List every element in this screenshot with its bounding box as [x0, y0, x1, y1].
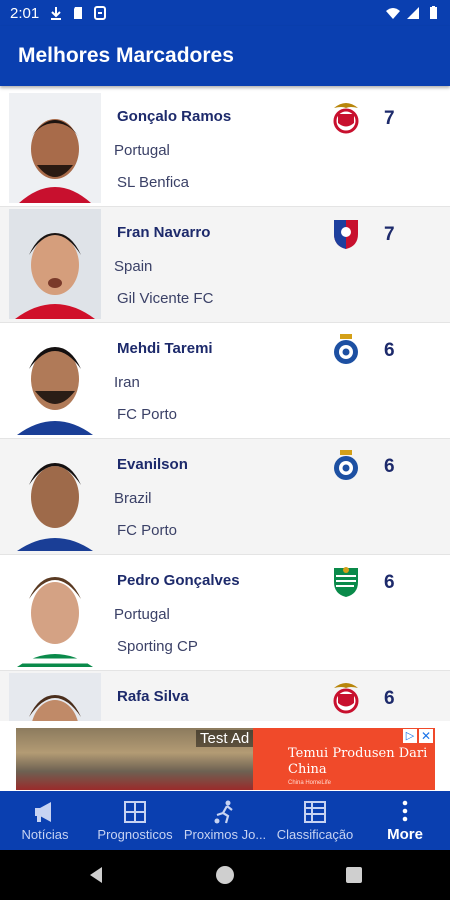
- nav-label: Classificação: [276, 826, 354, 842]
- player-photo: [9, 441, 101, 551]
- goals-count: 6: [384, 572, 395, 593]
- list-item[interactable]: Pedro Gonçalves Portugal Sporting CP 6: [0, 555, 450, 671]
- player-nationality: Brazil: [114, 490, 152, 507]
- recents-icon[interactable]: [346, 867, 362, 883]
- nav-more[interactable]: More: [360, 791, 450, 850]
- player-club: Gil Vicente FC: [117, 290, 214, 307]
- player-photo: [9, 325, 101, 435]
- player-name: Rafa Silva: [117, 688, 189, 705]
- nav-noticias[interactable]: Notícias: [0, 791, 90, 850]
- goals-count: 6: [384, 340, 395, 361]
- player-name: Gonçalo Ramos: [117, 108, 232, 125]
- list-item[interactable]: Evanilson Brazil FC Porto 6: [0, 439, 450, 555]
- player-nationality: Spain: [114, 258, 153, 275]
- player-kick-icon: [214, 800, 233, 823]
- player-name: Evanilson: [117, 456, 188, 473]
- goals-count: 6: [384, 456, 395, 477]
- player-photo: [9, 93, 101, 203]
- system-navigation-bar: [0, 850, 450, 900]
- nav-label: More: [387, 825, 423, 843]
- ad-label: Test Ad: [196, 730, 254, 747]
- benfica-crest-icon: [333, 103, 359, 134]
- player-name: Pedro Gonçalves: [117, 572, 240, 589]
- list-item[interactable]: Gonçalo Ramos Portugal SL Benfica 7: [0, 91, 450, 207]
- player-name: Fran Navarro: [117, 224, 211, 241]
- player-club: FC Porto: [117, 522, 178, 539]
- benfica-crest-icon: [333, 683, 359, 714]
- app-bar: Melhores Marcadores: [0, 26, 450, 86]
- player-photo: [9, 209, 101, 319]
- table-icon: [304, 800, 326, 823]
- ad-info-icon[interactable]: ▷: [403, 729, 417, 743]
- wifi-icon: [386, 8, 400, 19]
- download-icon: [51, 7, 62, 20]
- sync-icon: [94, 6, 107, 20]
- nav-proximos-jogos[interactable]: Proximos Jo...: [180, 791, 270, 850]
- goals-count: 7: [384, 108, 395, 129]
- player-club: Sporting CP: [117, 638, 198, 655]
- megaphone-icon: [35, 801, 51, 822]
- status-time: 2:01: [10, 4, 40, 22]
- sd-card-icon: [74, 7, 83, 19]
- sporting-crest-icon: [334, 567, 358, 597]
- status-bar: 2:01: [0, 0, 450, 26]
- nav-label: Prognosticos: [97, 826, 173, 842]
- goals-count: 7: [384, 224, 395, 245]
- nav-prognosticos[interactable]: Prognosticos: [90, 791, 180, 850]
- ad-brand: China HomeLife: [288, 780, 332, 786]
- back-icon[interactable]: [88, 866, 104, 884]
- nav-classificacao[interactable]: Classificação: [270, 791, 360, 850]
- list-item[interactable]: Fran Navarro Spain Gil Vicente FC 7: [0, 207, 450, 323]
- signal-icon: [407, 7, 419, 19]
- player-nationality: Portugal: [114, 606, 170, 623]
- porto-crest-icon: [334, 450, 358, 480]
- ad-close-icon[interactable]: ✕: [419, 729, 433, 743]
- player-nationality: Iran: [114, 374, 140, 391]
- grid-icon: [124, 800, 146, 823]
- home-icon[interactable]: [216, 866, 234, 884]
- page-title: Melhores Marcadores: [18, 44, 234, 67]
- bottom-navigation: Notícias Prognosticos Proximos Jo... Cla…: [0, 791, 450, 850]
- ad-headline: Temui Produsen Dari China: [288, 746, 428, 777]
- list-item[interactable]: Mehdi Taremi Iran FC Porto 6: [0, 323, 450, 439]
- ad-banner[interactable]: Test Ad Temui Produsen Dari China China …: [16, 728, 435, 790]
- player-nationality: Portugal: [114, 142, 170, 159]
- player-photo: [9, 673, 101, 721]
- gil-vicente-crest-icon: [334, 220, 358, 249]
- player-club: SL Benfica: [117, 174, 189, 191]
- top-scorers-list[interactable]: Gonçalo Ramos Portugal SL Benfica 7 Fran…: [0, 91, 450, 721]
- player-club: FC Porto: [117, 406, 178, 423]
- player-name: Mehdi Taremi: [117, 340, 213, 357]
- porto-crest-icon: [334, 334, 358, 364]
- nav-label: Notícias: [21, 826, 69, 842]
- player-photo: [9, 557, 101, 667]
- battery-icon: [430, 6, 437, 19]
- nav-label: Proximos Jo...: [183, 826, 267, 842]
- list-item[interactable]: Rafa Silva 6: [0, 671, 450, 721]
- more-vert-icon: [402, 800, 408, 821]
- goals-count: 6: [384, 688, 395, 709]
